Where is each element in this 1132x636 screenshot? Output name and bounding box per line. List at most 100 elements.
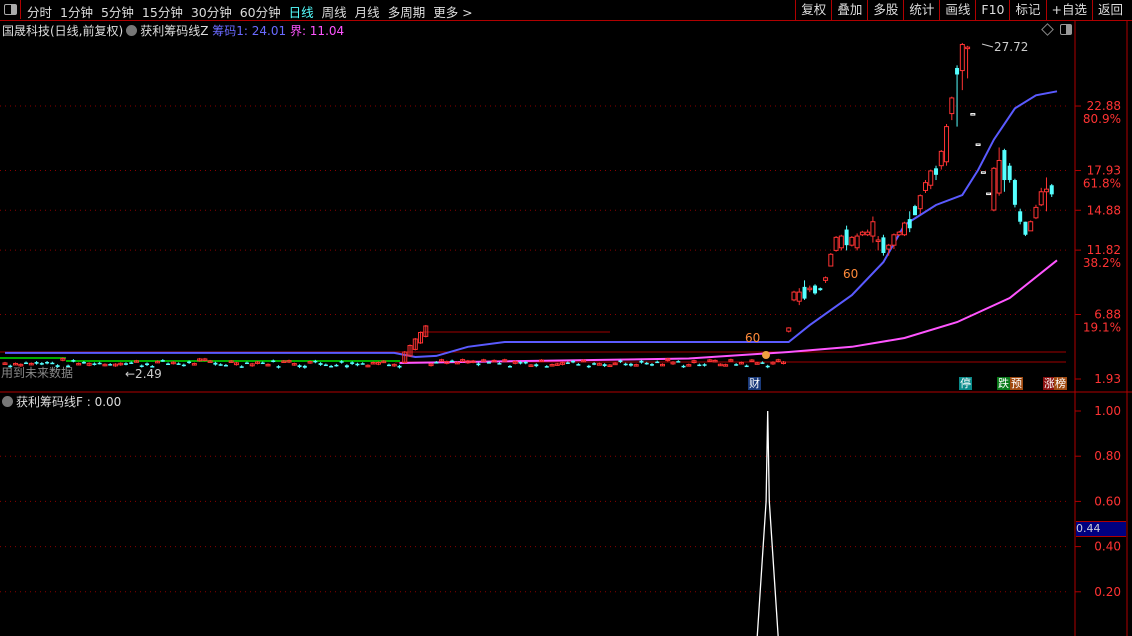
candle [1007,165,1012,181]
price-chart[interactable]: 22.8880.9%17.9361.8%14.8811.8238.2%6.881… [0,0,1132,636]
candle [81,361,86,364]
candle [655,361,660,364]
candle [980,171,986,174]
candle [886,244,892,250]
tab-period[interactable]: 5分钟 [101,2,134,21]
tab-period[interactable]: 60分钟 [240,2,281,21]
candle [523,361,528,364]
high-arrow [981,43,994,48]
candle [881,237,886,253]
candle [859,231,865,236]
candle [1038,191,1044,206]
candle [823,277,829,281]
candle [944,126,950,163]
candle [239,366,244,368]
candle [676,361,681,363]
candle [355,363,360,366]
candle [896,231,902,236]
candle [938,150,944,167]
sub-indicator-value: : 0.00 [86,395,122,409]
future-data-warning: 用到未来数据 [1,366,74,380]
candle [649,364,654,366]
event-badge[interactable]: 停 [959,377,972,390]
candle [565,362,570,364]
panel-layout-icon[interactable] [1060,24,1072,35]
candle [849,236,855,246]
indicator-dropdown-icon[interactable] [126,25,138,36]
candle [1002,150,1007,181]
candle [260,362,265,365]
candle [576,364,581,366]
toolbar-button[interactable]: 统计 [903,0,939,20]
sub-axis-label: 1.00 [1094,404,1121,418]
candle [891,234,897,246]
sub-axis-label: 0.80 [1094,449,1121,463]
candle [818,288,823,291]
candle [702,364,707,366]
candle [187,361,192,364]
axis-price-label: 6.88 [1094,308,1121,322]
candle [697,364,702,367]
toolbar-buttons: 复权 叠加 多股 统计 画线 F10 标记 +自选 返回 [795,0,1128,20]
tab-period[interactable]: 更多 > [433,2,472,21]
indicator-dropdown-icon[interactable] [2,396,13,407]
signal-label-60: 60 [843,267,859,281]
sub-indicator-name[interactable]: 获利筹码线F [16,395,83,409]
indicator-name[interactable]: 获利筹码线Z [140,24,208,38]
candle [339,361,344,363]
axis-pct-label: 61.8% [1083,177,1121,191]
sub-current-value: 0.44 [1076,521,1126,537]
sub-chart-title: 获利筹码线F : 0.00 [2,393,121,410]
tab-period[interactable]: 周线 [322,2,347,21]
toolbar-button[interactable]: F10 [975,0,1009,20]
candle [123,363,128,365]
sub-axis-label: 0.60 [1094,494,1121,508]
candle [786,327,792,332]
toolbar-button[interactable]: +自选 [1045,0,1092,20]
candle [108,364,113,366]
event-badge[interactable]: 财 [748,377,761,390]
toolbar-button[interactable]: 返回 [1091,0,1128,20]
candle [344,365,349,368]
tab-period[interactable]: 日线 [289,2,314,21]
stock-name: 国晟科技(日线,前复权) [2,24,124,38]
axis-pct-label: 80.9% [1083,112,1121,126]
candle [497,363,502,365]
toolbar-button[interactable]: 复权 [795,0,831,20]
candle [486,362,491,364]
candle [507,366,512,368]
candle [318,363,323,365]
candle [360,363,365,365]
event-badge[interactable]: 跌 [997,377,1010,390]
toolbar-button[interactable]: 画线 [939,0,975,20]
toolbar-button[interactable]: 标记 [1009,0,1045,20]
candle [1033,206,1039,219]
tab-period[interactable]: 分时 [27,2,52,21]
event-badge[interactable]: 榜 [1054,377,1067,390]
period-tabs: 分时 1分钟 5分钟 15分钟 30分钟 60分钟 日线 周线 月线 多周期 更多 > [27,2,473,21]
tab-period[interactable]: 月线 [355,2,380,21]
candle [970,113,976,116]
bound-line [399,259,1058,364]
candle [965,46,971,50]
tab-period[interactable]: 15分钟 [142,2,183,21]
candle [828,253,834,267]
candle [618,360,623,363]
candle [838,235,844,249]
candle [639,360,644,363]
candle [160,360,165,362]
axis-price-label: 11.82 [1087,243,1121,257]
tab-period[interactable]: 多周期 [388,2,426,21]
tab-period[interactable]: 1分钟 [60,2,93,21]
panel-toggle-button[interactable] [0,0,21,19]
candle [934,168,939,175]
toolbar-button[interactable]: 多股 [867,0,903,20]
candle [297,365,302,368]
candle [334,364,339,367]
candle [534,364,539,367]
toolbar-button[interactable]: 叠加 [831,0,867,20]
candle [865,231,871,236]
tab-period[interactable]: 30分钟 [191,2,232,21]
event-badge[interactable]: 预 [1010,377,1023,390]
candle [870,221,876,237]
